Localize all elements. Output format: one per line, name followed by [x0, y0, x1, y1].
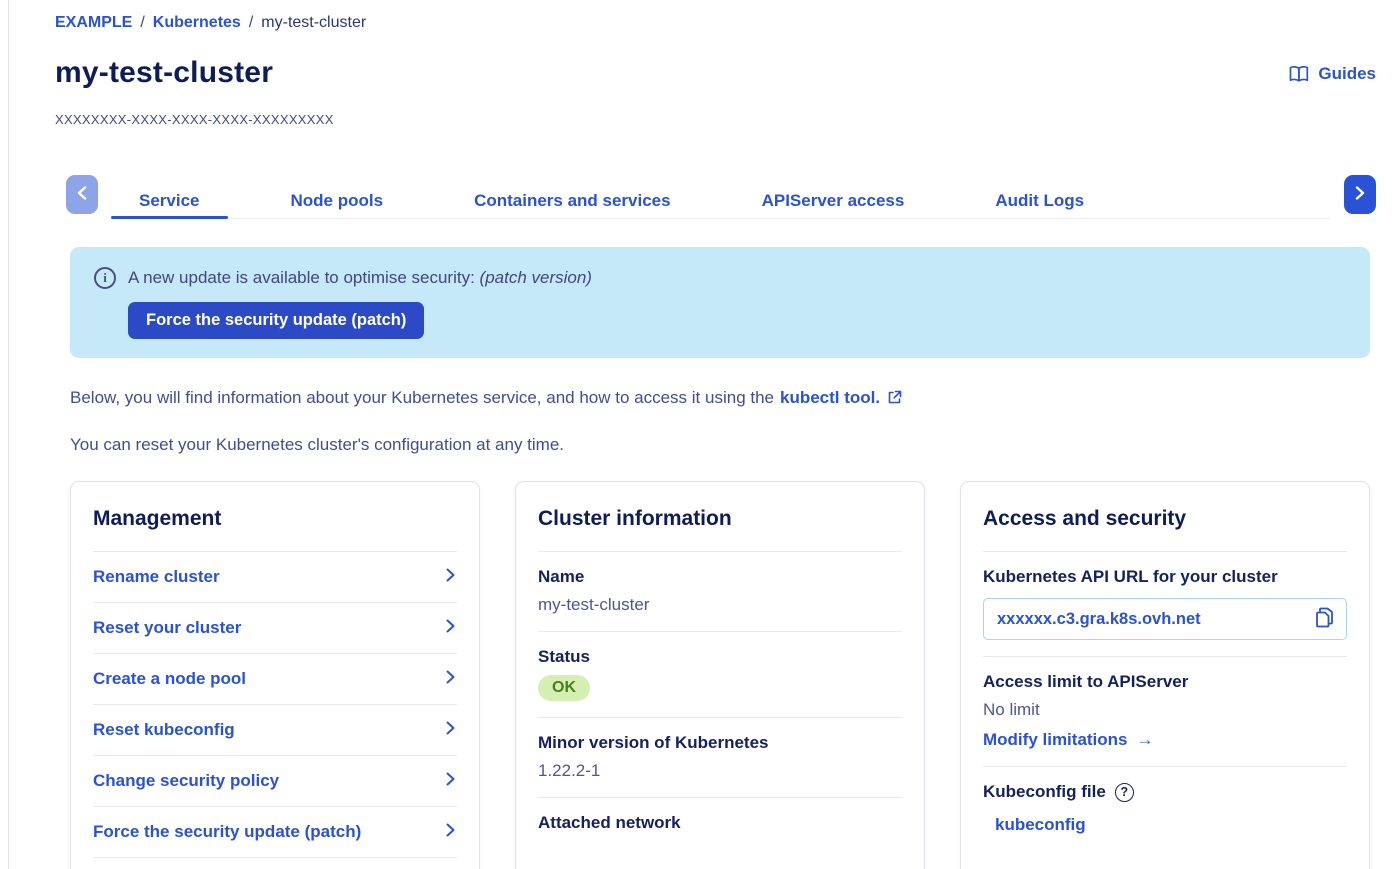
api-url-box: xxxxxx.c3.gra.k8s.ovh.net — [983, 598, 1347, 640]
management-card: Management Rename cluster Reset your clu… — [70, 481, 480, 869]
cluster-id: XXXXXXXX-XXXX-XXXX-XXXX-XXXXXXXXX — [55, 112, 334, 127]
tab-service[interactable]: Service — [111, 175, 228, 218]
banner-message-emphasis: (patch version) — [480, 268, 592, 287]
main-content: EXAMPLE / Kubernetes / my-test-cluster m… — [0, 0, 1400, 869]
question-icon[interactable]: ? — [1115, 783, 1134, 802]
management-card-title: Management — [93, 507, 457, 552]
kubectl-tool-link-label: kubectl tool. — [780, 388, 880, 407]
arrow-right-icon: → — [1137, 730, 1154, 750]
breadcrumb-separator: / — [249, 14, 253, 32]
field-label: Attached network — [538, 813, 902, 833]
field-name: Name my-test-cluster — [538, 552, 902, 632]
management-item-force-security-update[interactable]: Force the security update (patch) — [93, 807, 457, 858]
management-item-label: Reset kubeconfig — [93, 720, 235, 740]
page-header: my-test-cluster XXXXXXXX-XXXX-XXXX-XXXX-… — [55, 56, 1376, 127]
chevron-right-icon — [446, 721, 455, 740]
field-status: Status OK — [538, 632, 902, 718]
copy-api-url-button[interactable] — [1314, 606, 1335, 632]
field-api-url: Kubernetes API URL for your cluster xxxx… — [983, 552, 1347, 657]
breadcrumb-link-kubernetes[interactable]: Kubernetes — [153, 14, 241, 32]
kubectl-tool-link[interactable]: kubectl tool. — [780, 388, 902, 408]
management-item-reset-kubeconfig[interactable]: Reset kubeconfig — [93, 705, 457, 756]
tab-apiserver-access[interactable]: APIServer access — [734, 175, 933, 218]
breadcrumb: EXAMPLE / Kubernetes / my-test-cluster — [55, 14, 1376, 32]
chevron-right-icon — [446, 619, 455, 638]
info-icon: i — [94, 267, 116, 289]
field-attached-network: Attached network — [538, 798, 902, 849]
page-title: my-test-cluster — [55, 56, 334, 90]
cards-row: Management Rename cluster Reset your clu… — [70, 481, 1370, 869]
field-minor-version: Minor version of Kubernetes 1.22.2-1 — [538, 718, 902, 798]
chevron-left-icon — [77, 186, 87, 203]
status-badge: OK — [538, 675, 590, 701]
tabs-bar: Service Node pools Containers and servic… — [66, 175, 1376, 219]
field-label: Name — [538, 567, 902, 587]
breadcrumb-separator: / — [140, 14, 144, 32]
tabs-scroll-left-button[interactable] — [66, 175, 98, 214]
management-item-rename-cluster[interactable]: Rename cluster — [93, 552, 457, 603]
sidebar-edge — [0, 0, 9, 869]
intro-line-1-text: Below, you will find information about y… — [70, 388, 774, 408]
field-label: Access limit to APIServer — [983, 672, 1347, 692]
intro-line-2: You can reset your Kubernetes cluster's … — [70, 435, 1376, 455]
field-kubeconfig: Kubeconfig file ? kubeconfig — [983, 767, 1347, 851]
field-value: 1.22.2-1 — [538, 761, 902, 781]
banner-message-row: i A new update is available to optimise … — [94, 267, 1346, 289]
cluster-information-card-title: Cluster information — [538, 507, 902, 552]
api-url-value: xxxxxx.c3.gra.k8s.ovh.net — [997, 610, 1201, 629]
breadcrumb-current: my-test-cluster — [261, 14, 366, 32]
chevron-right-icon — [1355, 186, 1365, 203]
chevron-right-icon — [446, 772, 455, 791]
tab-node-pools[interactable]: Node pools — [263, 175, 412, 218]
guides-label: Guides — [1318, 64, 1376, 84]
guides-link[interactable]: Guides — [1289, 64, 1376, 84]
field-label: Kubernetes API URL for your cluster — [983, 567, 1347, 587]
kubernetes-cluster-page: EXAMPLE / Kubernetes / my-test-cluster m… — [0, 0, 1400, 869]
book-icon — [1289, 65, 1309, 83]
field-label: Minor version of Kubernetes — [538, 733, 902, 753]
modify-limitations-link[interactable]: Modify limitations → — [983, 730, 1154, 750]
kubeconfig-link[interactable]: kubeconfig — [995, 815, 1086, 835]
copy-icon — [1315, 607, 1334, 631]
management-item-label: Create a node pool — [93, 669, 246, 689]
modify-limitations-label: Modify limitations — [983, 730, 1128, 750]
management-item-change-security-policy[interactable]: Change security policy — [93, 756, 457, 807]
cluster-information-card: Cluster information Name my-test-cluster… — [515, 481, 925, 869]
management-item-label: Reset your cluster — [93, 618, 241, 638]
breadcrumb-link-example[interactable]: EXAMPLE — [55, 14, 132, 32]
title-block: my-test-cluster XXXXXXXX-XXXX-XXXX-XXXX-… — [55, 56, 334, 127]
chevron-right-icon — [446, 823, 455, 842]
management-item-reset-cluster[interactable]: Reset your cluster — [93, 603, 457, 654]
tab-containers-and-services[interactable]: Containers and services — [446, 175, 699, 218]
management-item-label: Rename cluster — [93, 567, 220, 587]
management-item-label: Force the security update (patch) — [93, 822, 361, 842]
force-security-update-button[interactable]: Force the security update (patch) — [128, 302, 424, 339]
security-update-banner: i A new update is available to optimise … — [70, 247, 1370, 358]
chevron-right-icon — [446, 568, 455, 587]
external-link-icon — [885, 388, 902, 407]
tabs-scroll-right-button[interactable] — [1344, 175, 1376, 214]
management-item-label: Change security policy — [93, 771, 279, 791]
field-label: Kubeconfig file — [983, 782, 1106, 802]
field-access-limit: Access limit to APIServer No limit Modif… — [983, 657, 1347, 767]
management-item-create-node-pool[interactable]: Create a node pool — [93, 654, 457, 705]
access-security-card: Access and security Kubernetes API URL f… — [960, 481, 1370, 869]
banner-message: A new update is available to optimise se… — [128, 268, 592, 288]
field-label: Status — [538, 647, 902, 667]
access-security-card-title: Access and security — [983, 507, 1347, 552]
intro-line-1: Below, you will find information about y… — [70, 388, 1376, 408]
tabs-list: Service Node pools Containers and servic… — [111, 175, 1330, 219]
chevron-right-icon — [446, 670, 455, 689]
kubeconfig-label-row: Kubeconfig file ? — [983, 782, 1347, 802]
field-value: my-test-cluster — [538, 595, 902, 615]
tab-audit-logs[interactable]: Audit Logs — [967, 175, 1112, 218]
field-value: No limit — [983, 700, 1347, 720]
